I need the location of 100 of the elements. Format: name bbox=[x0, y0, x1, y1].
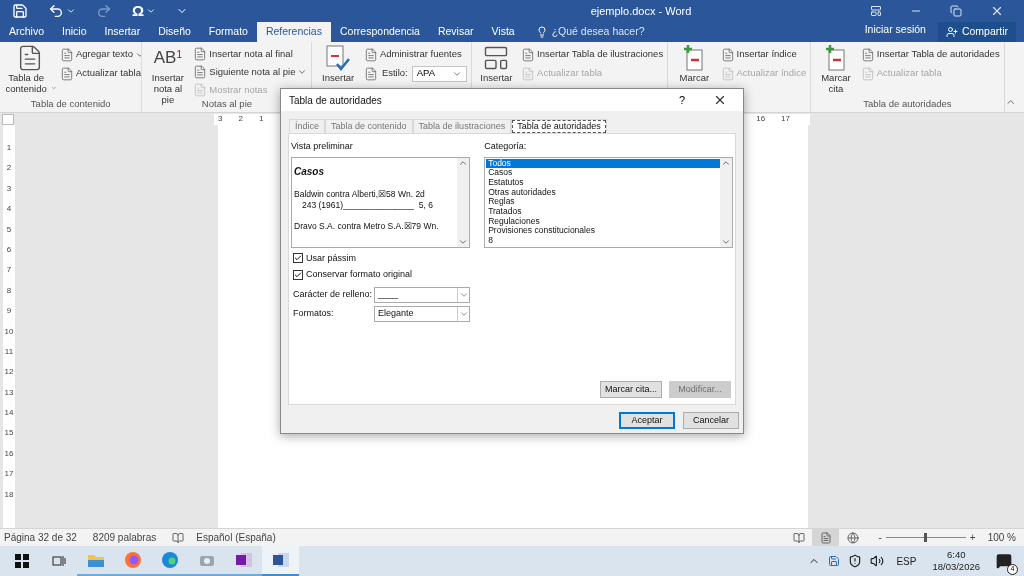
save-icon[interactable] bbox=[828, 555, 841, 567]
category-item[interactable]: Tratados bbox=[486, 207, 720, 217]
style-icon bbox=[363, 66, 378, 81]
category-item[interactable]: Regulaciones bbox=[486, 216, 720, 227]
preview-label: Vista preliminar bbox=[291, 140, 354, 153]
dropdown-field[interactable]: ____ bbox=[374, 286, 470, 303]
close-icon[interactable] bbox=[990, 4, 1004, 18]
category-item[interactable]: Estatutos bbox=[486, 177, 720, 188]
page-count[interactable]: Página 32 de 32 bbox=[4, 530, 77, 545]
tell-me-field[interactable]: ¿Qué desea hacer? bbox=[551, 24, 662, 40]
checkbox-label[interactable]: Usar pássim bbox=[306, 251, 356, 265]
ribbon-large-button[interactable]: Insertar bbox=[322, 72, 355, 83]
ribbon-button[interactable]: Insertar Tabla de autoridades bbox=[876, 47, 1000, 62]
document-icon[interactable] bbox=[193, 65, 208, 79]
ribbon-tab[interactable]: Revisar bbox=[428, 22, 483, 42]
caret-icon[interactable] bbox=[146, 6, 157, 16]
dialog-title: Tabla de autoridades bbox=[289, 93, 383, 108]
notification-icon[interactable] bbox=[996, 553, 1012, 569]
word-count[interactable]: 8209 palabras bbox=[92, 530, 157, 545]
restore-icon[interactable] bbox=[950, 5, 962, 17]
ribbon-button[interactable]: Insertar índice bbox=[736, 47, 797, 62]
document-app-icon[interactable] bbox=[271, 551, 290, 569]
ribbon-tab[interactable]: Correspondencia bbox=[330, 22, 429, 42]
dialog-button[interactable]: Marcar cita... bbox=[600, 381, 662, 398]
proofing-icon[interactable] bbox=[172, 531, 185, 544]
undo-icon[interactable] bbox=[48, 3, 64, 19]
close-icon[interactable] bbox=[713, 93, 727, 107]
ribbon-tab[interactable]: Vista bbox=[482, 22, 524, 42]
dialog-tab[interactable]: Tabla de contenido bbox=[325, 119, 413, 133]
document-icon[interactable] bbox=[521, 47, 536, 62]
notebook-icon[interactable] bbox=[234, 551, 253, 569]
dialog-button[interactable]: Cancelar bbox=[683, 412, 739, 429]
category-item[interactable]: Provisiones constitucionales bbox=[486, 226, 720, 237]
caret-icon[interactable] bbox=[66, 6, 76, 16]
ribbon-large-button[interactable]: Marcar bbox=[679, 72, 710, 83]
document-icon[interactable] bbox=[60, 66, 74, 81]
category-item[interactable]: Casos bbox=[486, 168, 720, 178]
ribbon-tab[interactable]: Insertar bbox=[95, 22, 150, 42]
style-label: Estilo: bbox=[381, 66, 408, 81]
zoom-in-button[interactable]: + bbox=[969, 530, 976, 545]
shield-icon[interactable] bbox=[848, 554, 863, 568]
sign-in-link[interactable]: Iniciar sesión bbox=[864, 22, 926, 38]
share-label[interactable]: Compartir bbox=[961, 24, 1008, 40]
checkbox-label[interactable]: Conservar formato original bbox=[306, 268, 413, 282]
category-item[interactable]: Reglas bbox=[486, 197, 720, 207]
category-item[interactable]: Todos bbox=[486, 158, 720, 169]
ribbon-display-icon[interactable] bbox=[870, 5, 882, 17]
symbol-button[interactable]: Ω bbox=[132, 0, 145, 23]
help-button[interactable]: ? bbox=[678, 91, 685, 109]
browser-icon[interactable] bbox=[123, 551, 142, 569]
speaker-icon[interactable] bbox=[870, 554, 885, 568]
task-view-icon[interactable] bbox=[51, 554, 66, 568]
ribbon-tab[interactable]: Inicio bbox=[53, 22, 96, 42]
document-icon[interactable] bbox=[860, 47, 875, 62]
ribbon-button[interactable]: Insertar Tabla de ilustraciones bbox=[537, 47, 664, 62]
zoom-out-button[interactable]: - bbox=[878, 530, 882, 545]
ribbon-button[interactable]: Actualizar tabla bbox=[76, 66, 141, 81]
browser-icon[interactable] bbox=[160, 551, 179, 569]
ribbon-button[interactable]: Siguiente nota al pie bbox=[209, 64, 296, 80]
checkbox[interactable] bbox=[293, 253, 303, 264]
category-label: Categoría: bbox=[484, 140, 528, 153]
view-button[interactable] bbox=[812, 529, 840, 546]
globe-icon bbox=[846, 531, 859, 544]
person-add-icon[interactable] bbox=[945, 26, 958, 38]
ribbon-large-button[interactable]: Marcar cita bbox=[815, 72, 857, 94]
folder-icon[interactable] bbox=[86, 552, 105, 568]
document-icon[interactable] bbox=[193, 47, 208, 61]
share-button[interactable]: Compartir bbox=[937, 22, 1016, 42]
dialog-tab[interactable]: Índice bbox=[289, 119, 326, 133]
dropdown-field[interactable]: Elegante bbox=[374, 305, 470, 322]
category-item[interactable]: Otras autoridades bbox=[486, 187, 720, 198]
document-icon[interactable] bbox=[720, 47, 735, 62]
ribbon-tab[interactable]: Formato bbox=[199, 22, 257, 42]
dialog-tab[interactable]: Tabla de ilustraciones bbox=[412, 119, 512, 133]
style-select[interactable]: APA bbox=[411, 65, 467, 82]
ribbon-tab[interactable]: Diseño bbox=[149, 22, 200, 42]
ribbon-tab[interactable]: Referencias bbox=[256, 22, 331, 42]
language-status[interactable]: Español (España) bbox=[196, 530, 276, 545]
input-language[interactable]: ESP bbox=[896, 553, 917, 569]
document-icon[interactable] bbox=[60, 47, 74, 62]
ribbon-button[interactable]: Administrar fuentes bbox=[379, 47, 462, 62]
caret-icon[interactable] bbox=[297, 67, 308, 77]
windows-icon[interactable] bbox=[14, 554, 29, 568]
group-label: Tabla de autoridades bbox=[863, 98, 952, 110]
page-icon bbox=[819, 531, 832, 544]
ribbon-tab[interactable]: Archivo bbox=[0, 22, 53, 42]
ribbon-large-button[interactable]: Insertar nota al pie bbox=[146, 72, 190, 105]
document-icon[interactable] bbox=[363, 47, 378, 62]
category-item[interactable]: 8 bbox=[486, 236, 720, 246]
ribbon-button[interactable]: Agregar texto bbox=[76, 47, 134, 62]
dialog-button[interactable]: Aceptar bbox=[619, 412, 675, 429]
checkbox[interactable] bbox=[293, 269, 303, 280]
window-title: ejemplo.docx - Word bbox=[590, 3, 692, 19]
footnote-glyph: AB$^{1}$ bbox=[153, 47, 182, 69]
zoom-level[interactable]: 100 % bbox=[987, 530, 1016, 545]
ribbon-large-button[interactable]: Tabla de contenido bbox=[3, 72, 49, 94]
zoom-slider[interactable] bbox=[885, 533, 966, 542]
ribbon-large-button[interactable]: Insertar bbox=[480, 72, 513, 83]
ribbon-button[interactable]: Insertar nota al final bbox=[209, 46, 293, 62]
clock[interactable]: 6:40 18/03/2026 bbox=[932, 549, 980, 573]
